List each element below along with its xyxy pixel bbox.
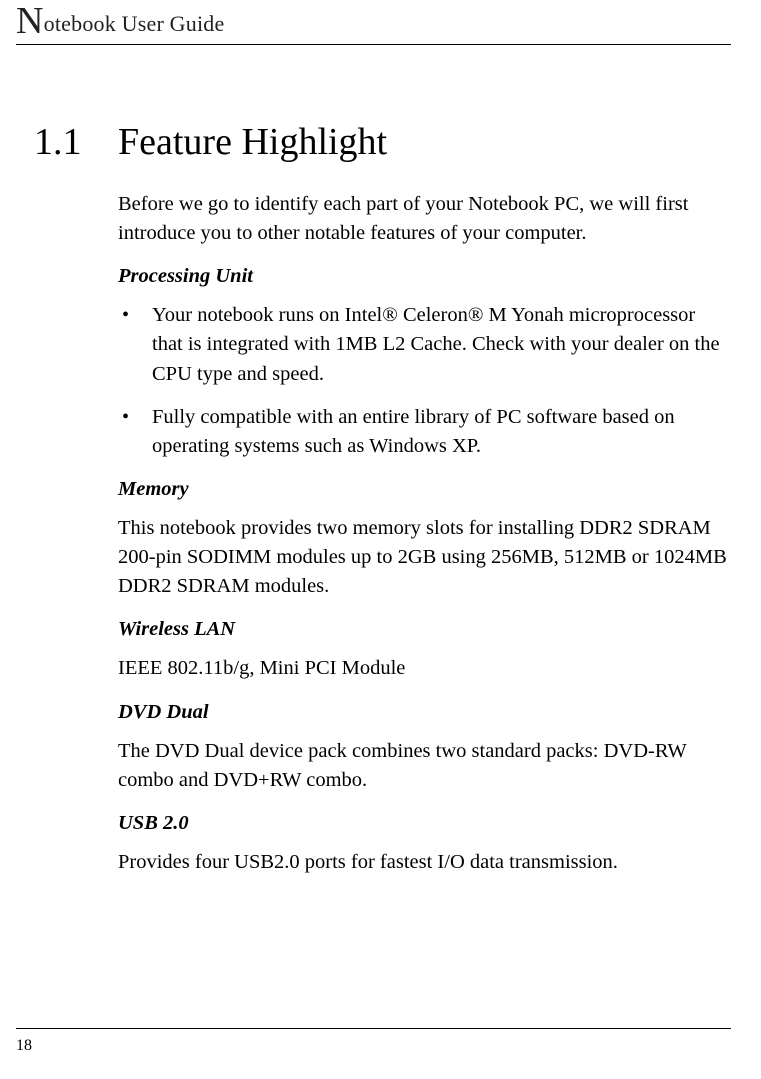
usb-paragraph: Provides four USB2.0 ports for fastest I… <box>118 848 731 877</box>
subhead-usb: USB 2.0 <box>118 809 731 838</box>
memory-paragraph: This notebook provides two memory slots … <box>118 514 731 601</box>
section-body: Before we go to identify each part of yo… <box>118 190 731 877</box>
subhead-dvd-dual: DVD Dual <box>118 698 731 727</box>
header-dropcap: N <box>16 0 44 42</box>
dvd-dual-paragraph: The DVD Dual device pack combines two st… <box>118 737 731 795</box>
section-number: 1.1 <box>34 120 118 164</box>
intro-paragraph: Before we go to identify each part of yo… <box>118 190 731 248</box>
page-footer: 18 <box>16 1028 731 1055</box>
list-item: Your notebook runs on Intel® Celeron® M … <box>118 301 731 388</box>
subhead-memory: Memory <box>118 475 731 504</box>
subhead-processing-unit: Processing Unit <box>118 262 731 291</box>
page-number: 18 <box>16 1037 32 1054</box>
section-heading-row: 1.1 Feature Highlight <box>34 120 731 164</box>
header-title: Notebook User Guide <box>16 11 224 37</box>
page-header: Notebook User Guide <box>16 0 731 45</box>
header-rest: otebook User Guide <box>44 11 225 36</box>
subhead-wireless-lan: Wireless LAN <box>118 615 731 644</box>
list-item: Fully compatible with an entire library … <box>118 403 731 461</box>
section-title: Feature Highlight <box>118 120 387 164</box>
wireless-lan-paragraph: IEEE 802.11b/g, Mini PCI Module <box>118 654 731 683</box>
page: Notebook User Guide 1.1 Feature Highligh… <box>0 0 761 1079</box>
content-area: 1.1 Feature Highlight Before we go to id… <box>34 120 731 891</box>
processing-unit-list: Your notebook runs on Intel® Celeron® M … <box>118 301 731 461</box>
